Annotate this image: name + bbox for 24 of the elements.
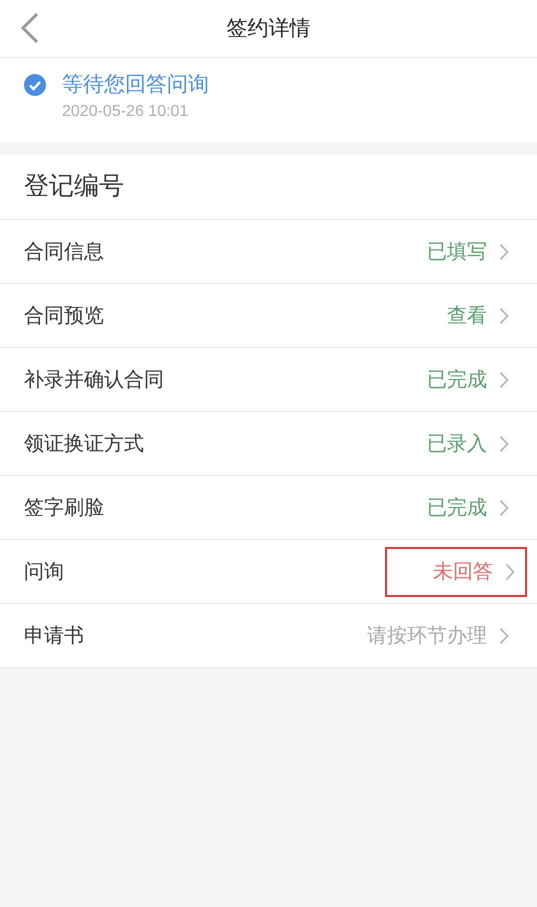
chevron-icon bbox=[499, 370, 509, 388]
row-label: 申请书 bbox=[24, 624, 85, 648]
status-text: 等待您回答问询 bbox=[62, 72, 209, 98]
row-status: 已录入 bbox=[427, 432, 487, 456]
row-label: 合同预览 bbox=[24, 304, 105, 328]
chevron-icon bbox=[499, 498, 509, 516]
row-label: 补录并确认合同 bbox=[24, 368, 165, 392]
row-label: 领证换证方式 bbox=[24, 432, 145, 456]
row-label: 问询 bbox=[24, 560, 65, 584]
row-status: 已填写 bbox=[427, 240, 487, 264]
status-time: 2020-05-26 10:01 bbox=[62, 102, 190, 122]
chevron-icon bbox=[499, 306, 509, 324]
row-status: 已完成 bbox=[427, 368, 487, 392]
chevron-icon bbox=[505, 562, 515, 580]
chevron-icon bbox=[499, 434, 509, 452]
row-status: 查看 bbox=[447, 304, 487, 328]
row-status: 请按环节办理 bbox=[367, 624, 487, 648]
chevron-icon bbox=[499, 626, 509, 644]
page-title: 签约详情 bbox=[226, 16, 310, 42]
row-label: 合同信息 bbox=[24, 240, 105, 264]
row-label: 签字刷脸 bbox=[24, 496, 105, 520]
chevron-icon bbox=[499, 242, 509, 260]
row-status: 未回答 bbox=[433, 560, 493, 584]
row-status: 已完成 bbox=[427, 496, 487, 520]
